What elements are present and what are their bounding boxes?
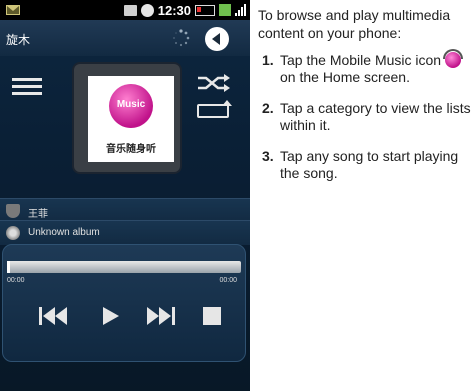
step-1: 1. Tap the Mobile Music icon on the Home… [258,49,476,86]
signal-icon [235,4,246,16]
battery-icon [195,4,215,16]
repeat-icon[interactable] [197,100,232,118]
music-logo-icon: Music [109,84,153,128]
status-bar: 12:30 [0,0,250,20]
step-text: Tap the Mobile Music icon [280,52,442,68]
album-name: Unknown album [28,227,100,238]
mobile-music-icon [442,49,463,68]
loading-spinner-icon [173,29,190,47]
next-icon[interactable] [145,305,175,327]
total-time: 00:00 [219,277,237,284]
album-icon [6,226,20,240]
play-icon[interactable] [101,305,121,327]
intro-text: To browse and play multimedia content on… [258,7,451,41]
artist-icon [6,204,20,218]
step-number: 1. [262,52,274,68]
previous-icon[interactable] [39,305,69,327]
stop-icon[interactable] [203,307,221,325]
mail-icon [6,5,20,15]
step-text: Tap a category to view the lists within … [280,100,471,133]
artist-name: 王菲 [28,209,48,220]
instructions: To browse and play multimedia content on… [258,6,476,196]
elapsed-time: 00:00 [7,277,25,284]
step-3: 3. Tap any song to start playing the son… [258,148,476,182]
step-text: on the Home screen. [280,69,410,85]
cover-caption: 音乐随身听 [106,144,156,155]
phone-icon [140,3,154,17]
cover-label: Music [116,99,146,110]
progress-bar[interactable] [7,261,241,273]
album-row: Unknown album [0,220,250,245]
player-panel: 00:00 00:00 [2,244,246,362]
shuffle-icon[interactable] [196,74,230,92]
step-number: 3. [262,148,274,164]
steps-list: 1. Tap the Mobile Music icon on the Home… [258,49,476,182]
menu-icon[interactable] [12,78,42,95]
album-area: Music 音乐随身听 [0,56,250,196]
step-number: 2. [262,100,274,116]
title-bar: 旋木 [0,20,250,56]
data-icon [219,4,231,16]
status-icons: 12:30 [123,2,246,18]
album-cover: Music 音乐随身听 [88,76,174,162]
progress-fill [7,261,10,273]
track-title: 旋木 [6,33,31,47]
back-button[interactable] [205,27,229,51]
gallery-icon [123,4,137,16]
step-text: Tap any song to start playing the song. [280,148,459,181]
phone-screen: 12:30 旋木 Music 音乐随身听 王菲 Unknown album 00… [0,0,250,391]
status-time: 12:30 [157,2,191,18]
step-2: 2. Tap a category to view the lists with… [258,100,476,134]
